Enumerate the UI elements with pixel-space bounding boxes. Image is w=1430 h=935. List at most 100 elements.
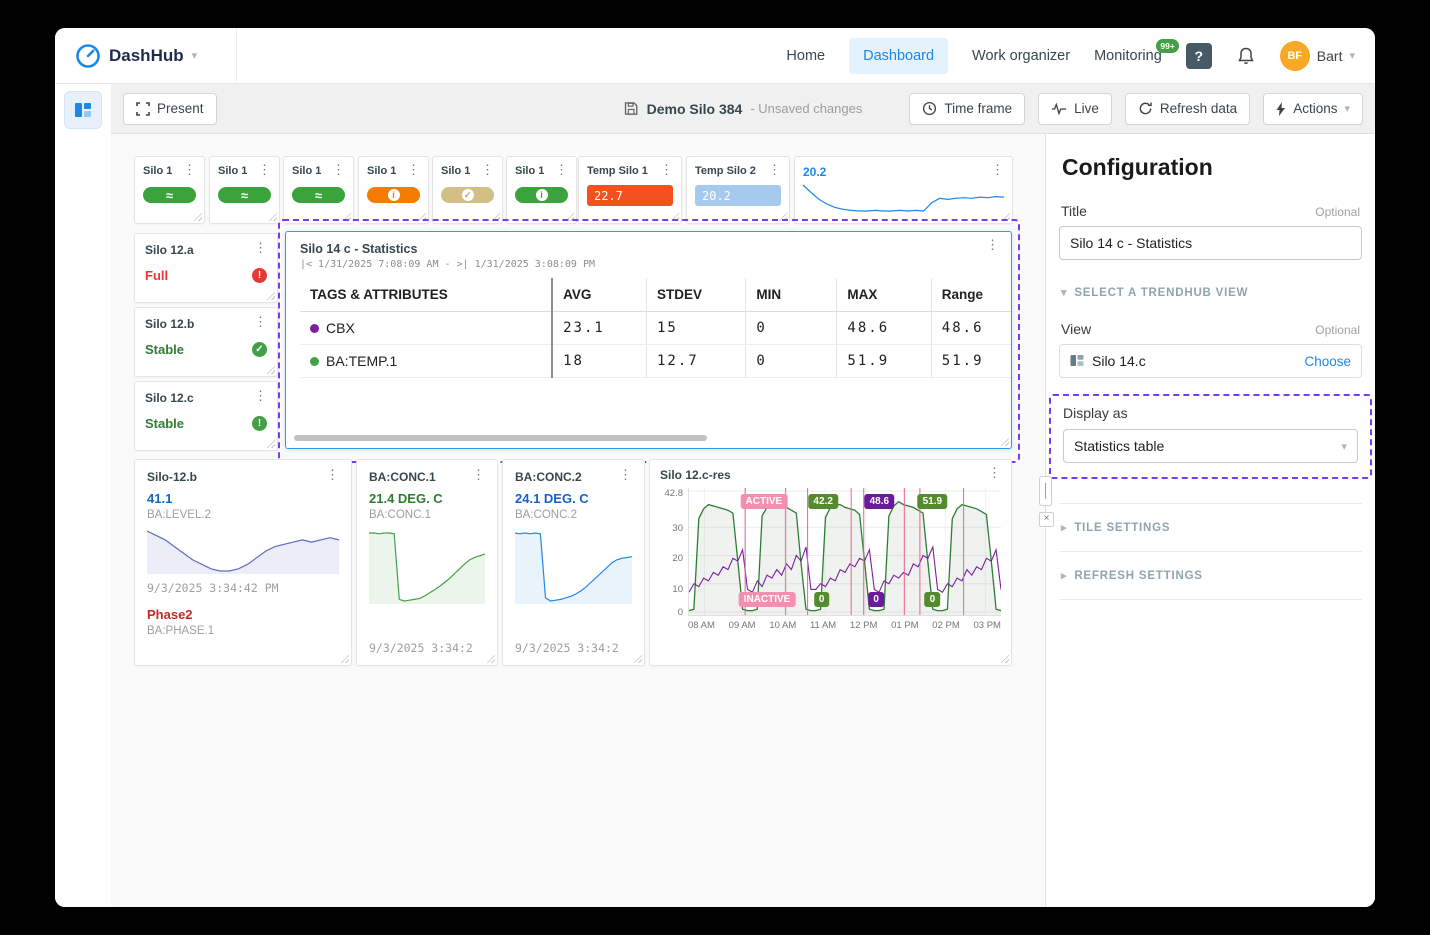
kebab-menu-icon[interactable]: ⋮ [985,466,1001,479]
value-badge: 42.2 [808,494,838,510]
display-as-select[interactable]: Statistics table ▾ [1063,429,1358,463]
kebab-menu-icon[interactable]: ⋮ [251,241,267,254]
wave-icon: ≈ [165,187,174,203]
kebab-menu-icon[interactable]: ⋮ [180,163,196,176]
resize-handle-icon[interactable] [340,654,349,663]
tag-value: 24.1 DEG. C [515,491,589,506]
brand[interactable]: DashHub ▾ [55,28,237,83]
tile-settings-label: TILE SETTINGS [1074,521,1171,534]
tile-silo-small-3[interactable]: Silo 1 ⋮ ≈ [283,156,354,224]
dashboard-layout-button[interactable] [64,91,102,129]
status-indicator-bar: ≈ [218,187,271,203]
tile-trend-small[interactable]: 20.2 ⋮ [794,156,1013,224]
kebab-menu-icon[interactable]: ⋮ [478,163,494,176]
display-as-label: Display as [1063,405,1128,421]
kebab-menu-icon[interactable]: ⋮ [983,238,999,251]
y-tick: 42.8 [664,488,684,499]
tile-silo-small-2[interactable]: Silo 1 ⋮ ≈ [209,156,280,224]
save-icon[interactable] [624,101,639,116]
tile-silo-12b-detail[interactable]: Silo-12.b ⋮ 41.1 BA:LEVEL.2 9/3/2025 3:34… [134,459,352,666]
sparkline-chart [514,530,633,604]
kebab-menu-icon[interactable]: ⋮ [255,163,271,176]
resize-handle-icon[interactable] [633,654,642,663]
view-field-label: View [1061,321,1092,337]
clock-icon [923,101,937,116]
present-button[interactable]: Present [123,92,217,125]
resize-handle-icon[interactable] [266,291,275,300]
title-field-label: Title [1061,203,1087,219]
nav-home[interactable]: Home [786,48,825,64]
kebab-menu-icon[interactable]: ⋮ [765,163,781,176]
resize-handle-icon[interactable] [266,439,275,448]
tile-silo-small-5[interactable]: Silo 1 ⋮ ✓ [432,156,503,224]
kebab-menu-icon[interactable]: ⋮ [469,468,485,481]
trendhub-section-toggle[interactable]: ▾ SELECT A TRENDHUB VIEW [1059,286,1362,300]
tile-settings-toggle[interactable]: ▸ TILE SETTINGS [1059,503,1362,551]
refresh-settings-toggle[interactable]: ▸ REFRESH SETTINGS [1059,551,1362,600]
alert-badge-icon: ! [252,416,267,431]
user-menu[interactable]: BF Bart ▾ [1279,40,1355,71]
tile-silo-12c[interactable]: Silo 12.c ⋮ Stable ! [134,381,278,451]
table-row[interactable]: CBX 23.1 15 0 48.6 48.6 [300,311,1011,345]
col-min: MIN [745,278,837,312]
title-input[interactable] [1059,226,1362,260]
live-button[interactable]: Live [1038,92,1112,125]
resize-handle-icon[interactable] [268,212,277,221]
avg-value: 23.1 [551,311,647,345]
temp-value-bar: 22.7 [587,185,673,206]
resize-handle-icon[interactable] [193,212,202,221]
panel-heading: Configuration [1062,154,1213,180]
panel-close-button[interactable]: × [1039,512,1054,527]
tag-name: CBX [326,320,355,336]
horizontal-scrollbar[interactable] [294,435,708,441]
resize-handle-icon[interactable] [1000,654,1009,663]
resize-handle-icon[interactable] [1000,437,1009,446]
wave-icon: ≈ [314,187,323,203]
stdev-value: 15 [645,311,746,345]
kebab-menu-icon[interactable]: ⋮ [657,163,673,176]
tile-title: Silo 12.b [145,317,195,331]
tile-silo-12c-res[interactable]: Silo 12.c-res ⋮ 42.8 30 20 10 0 ACTIVE 4… [649,459,1012,666]
kebab-menu-icon[interactable]: ⋮ [552,163,568,176]
resize-handle-icon[interactable] [266,365,275,374]
value-badge: 0 [813,592,830,608]
kebab-menu-icon[interactable]: ⋮ [251,315,267,328]
dashhub-logo-icon [76,43,100,68]
tile-silo-small-6[interactable]: Silo 1 ⋮ i [506,156,577,224]
avatar: BF [1279,40,1310,71]
table-row[interactable]: BA:TEMP.1 18 12.7 0 51.9 51.9 [300,344,1011,378]
tile-ba-conc-1[interactable]: BA:CONC.1 ⋮ 21.4 DEG. C BA:CONC.1 9/3/202… [356,459,498,666]
actions-button[interactable]: Actions ▾ [1263,92,1363,125]
panel-resize-grip[interactable] [1039,476,1052,506]
refresh-data-button[interactable]: Refresh data [1124,92,1251,125]
timestamp: 9/3/2025 3:34:2 [515,641,619,655]
statistics-time-range: |< 1/31/2025 7:08:09 AM - >| 1/31/2025 3… [300,259,596,270]
tile-ba-conc-2[interactable]: BA:CONC.2 ⋮ 24.1 DEG. C BA:CONC.2 9/3/202… [502,459,645,666]
resize-handle-icon[interactable] [486,654,495,663]
kebab-menu-icon[interactable]: ⋮ [323,468,339,481]
y-tick: 30 [672,522,683,534]
kebab-menu-icon[interactable]: ⋮ [329,163,345,176]
tile-silo-small-4[interactable]: Silo 1 ⋮ i [358,156,429,224]
time-frame-label: Time frame [944,101,1013,116]
brand-name: DashHub [109,45,184,65]
tile-temp-silo-1[interactable]: Temp Silo 1 ⋮ 22.7 [578,156,682,224]
notifications-button[interactable] [1236,46,1256,66]
kebab-menu-icon[interactable]: ⋮ [251,389,267,402]
tile-statistics[interactable]: Silo 14 c - Statistics |< 1/31/2025 7:08… [285,231,1012,449]
kebab-menu-icon[interactable]: ⋮ [988,163,1004,176]
tile-temp-silo-2[interactable]: Temp Silo 2 ⋮ 20.2 [686,156,790,224]
time-frame-button[interactable]: Time frame [909,92,1026,125]
tile-silo-12b[interactable]: Silo 12.b ⋮ Stable ✓ [134,307,278,377]
tile-silo-small-1[interactable]: Silo 1 ⋮ ≈ [134,156,205,224]
time-series-chart[interactable]: ACTIVE 42.2 48.6 51.9 INACTIVE 0 0 0 [688,488,1002,616]
choose-view-link[interactable]: Choose [1304,354,1351,369]
tile-silo-12a[interactable]: Silo 12.a ⋮ Full ! [134,233,278,303]
help-button[interactable]: ? [1185,42,1212,69]
x-tick: 08 AM [688,620,715,631]
nav-work-organizer[interactable]: Work organizer [972,48,1070,64]
kebab-menu-icon[interactable]: ⋮ [404,163,420,176]
nav-monitoring[interactable]: Monitoring 99+ [1094,38,1179,64]
kebab-menu-icon[interactable]: ⋮ [616,468,632,481]
nav-dashboard[interactable]: Dashboard [849,37,949,74]
